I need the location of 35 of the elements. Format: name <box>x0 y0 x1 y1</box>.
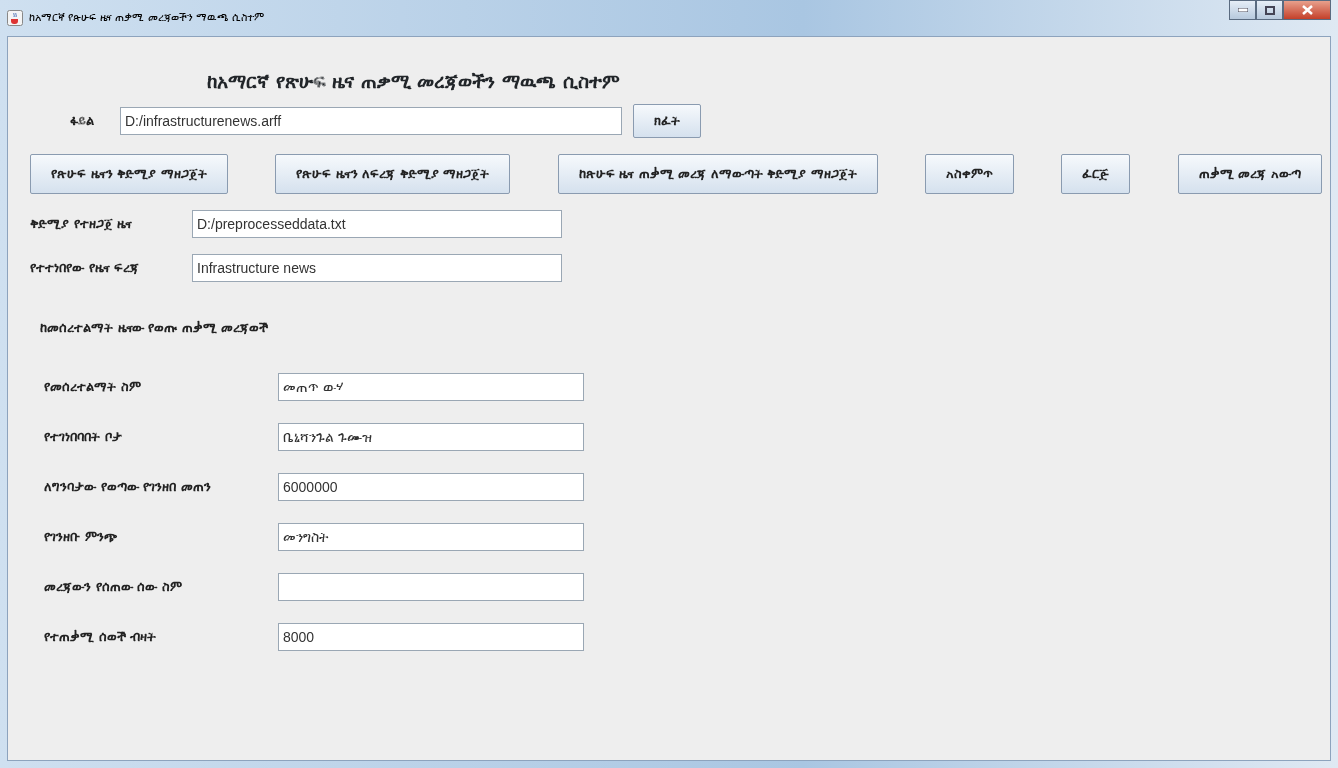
field-label: የመሰረተልማት ስም <box>44 378 142 397</box>
input-field[interactable]: 8000 <box>278 623 584 651</box>
input-field[interactable]: መጠጥ ውሃ <box>278 373 584 401</box>
field-label: ለግንባታው የወጣው የገንዘበ መጠን <box>44 478 212 497</box>
result-field[interactable]: D:/preprocesseddata.txt <box>192 209 562 238</box>
java-cup-icon <box>7 10 23 26</box>
app-heading: ከአማርኛ የጽሁፍ ዜና ጠቃሚ መረጃወችን ማዉጫ ሲስተም <box>207 69 621 94</box>
maximize-icon <box>1264 5 1275 15</box>
section-title: ከመሰረተልማት ዜናው የወጡ ጠቃሚ መረጃወች <box>40 318 270 337</box>
action-button[interactable]: የጽሁፍ ዜናን ለፍረጃ ቅድሚያ ማዘጋጀት <box>275 153 511 194</box>
window-title: ከአማርኛ የጽሁፍ ዜና ጠቃሚ መረጃወችን ማዉጫ ሲስተም <box>29 9 264 26</box>
field-label: ቅድሚያ የተዘጋጀ ዜና <box>30 214 134 233</box>
action-button[interactable]: ከጽሁፍ ዜና ጠቃሚ መረጃ ለማውጣት ቅድሚያ ማዘጋጀት <box>557 153 878 194</box>
minimize-button[interactable] <box>1229 0 1256 20</box>
file-label: ፋይል <box>70 111 95 130</box>
field-label: መረጃውን የሰጠው ሰው ስም <box>44 578 183 597</box>
action-button[interactable]: ጠቃሚ መረጃ አውጣ <box>1177 153 1322 194</box>
field-label: የገንዘቡ ምንጭ <box>44 528 118 547</box>
close-button[interactable] <box>1283 0 1331 20</box>
maximize-button[interactable] <box>1256 0 1283 20</box>
result-field[interactable]: Infrastructure news <box>192 253 562 282</box>
field-label: የተጠቃሚ ሰወች ብዛት <box>44 628 158 647</box>
open-button[interactable]: ክፈት <box>633 103 701 138</box>
field-label: የተተነበየው የዜና ፍረጃ <box>30 258 141 277</box>
file-path-field[interactable]: D:/infrastructurenews.arff <box>120 106 622 135</box>
action-button[interactable]: አስቀምጥ <box>925 153 1015 194</box>
action-button[interactable]: የጽሁፍ ዜናን ቅድሚያ ማዘጋጀት <box>30 153 228 194</box>
input-field[interactable]: መንግስት <box>278 523 584 551</box>
field-label: የተገነበባበት ቦታ <box>44 428 123 447</box>
input-field[interactable] <box>278 573 584 601</box>
input-field[interactable]: ቤኒሻንጉል ጉሙዝ <box>278 423 584 451</box>
action-button[interactable]: ፈርጅ <box>1061 153 1131 194</box>
close-icon <box>1301 5 1313 15</box>
input-field[interactable]: 6000000 <box>278 473 584 501</box>
minimize-icon <box>1237 8 1248 12</box>
